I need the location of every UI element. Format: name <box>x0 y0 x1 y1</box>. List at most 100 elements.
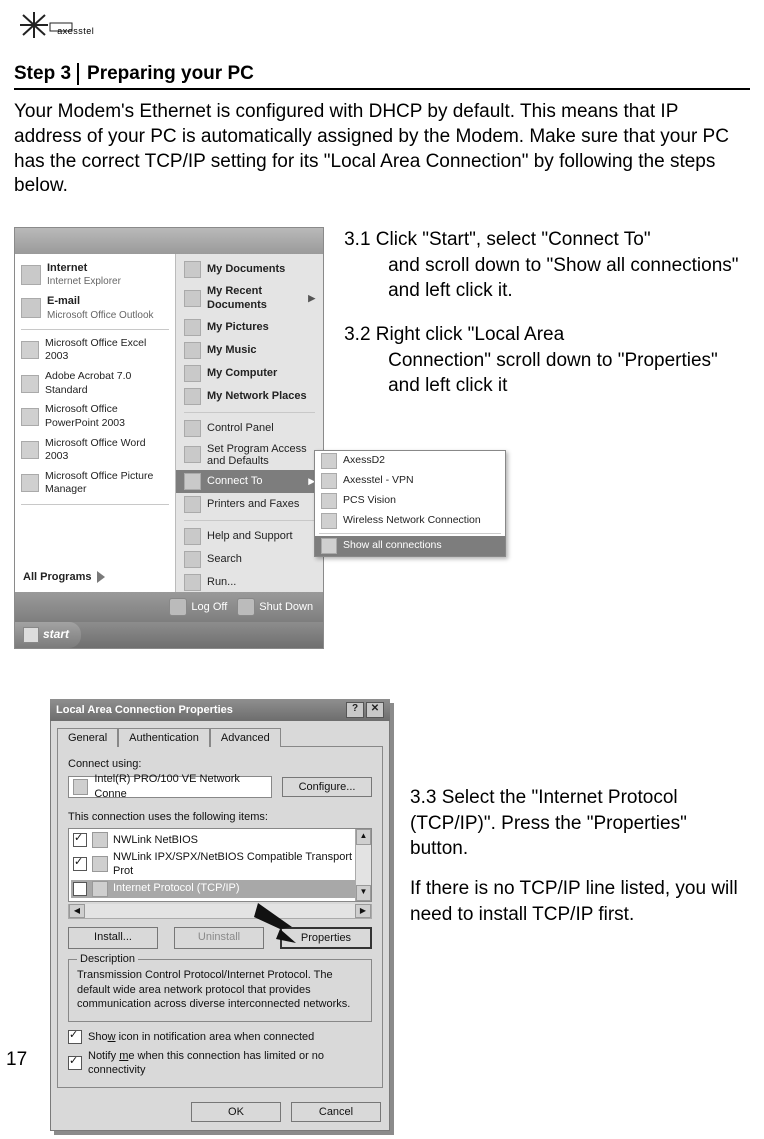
start-menu-screenshot: Internet Internet Explorer E-mail Micros… <box>14 227 324 649</box>
page-number: 17 <box>6 1048 27 1073</box>
list-item-selected[interactable]: Internet Protocol (TCP/IP) <box>71 880 369 898</box>
set-program-access[interactable]: Set Program Access and Defaults <box>176 440 323 470</box>
adapter-field[interactable]: Intel(R) PRO/100 VE Network Conne <box>68 776 272 798</box>
connect-to[interactable]: Connect To▶ <box>176 470 323 493</box>
notify-option[interactable]: Notify me when this connection has limit… <box>68 1049 372 1078</box>
checkbox[interactable] <box>73 857 87 871</box>
flyout-item[interactable]: AxessD2 <box>315 451 505 471</box>
mfu-item[interactable]: Microsoft Office Excel 2003 <box>15 334 175 367</box>
tab-general[interactable]: General <box>57 728 118 747</box>
run-icon <box>184 574 201 591</box>
network-icon <box>184 388 201 405</box>
protocol-icon <box>92 856 108 872</box>
step-number: Step 3 <box>14 62 71 87</box>
horizontal-scrollbar[interactable]: ◀▶ <box>68 904 372 919</box>
control-panel-icon <box>184 420 201 437</box>
scroll-left-icon[interactable]: ◀ <box>69 904 85 918</box>
word-icon <box>21 441 39 459</box>
intro-paragraph: Your Modem's Ethernet is configured with… <box>14 100 750 199</box>
uninstall-button[interactable]: Uninstall <box>174 927 264 949</box>
connect-icon <box>184 473 201 490</box>
computer-icon <box>184 365 201 382</box>
shutdown-icon <box>237 598 255 616</box>
flyout-item[interactable]: Wireless Network Connection <box>315 511 505 531</box>
lan-properties-dialog: Local Area Connection Properties ? ✕ Gen… <box>50 699 390 1131</box>
connection-icon <box>321 473 337 489</box>
install-button[interactable]: Install... <box>68 927 158 949</box>
pinned-internet[interactable]: Internet Internet Explorer <box>15 258 175 291</box>
flyout-item[interactable]: PCS Vision <box>315 491 505 511</box>
list-item[interactable]: NWLink IPX/SPX/NetBIOS Compatible Transp… <box>71 849 369 880</box>
ie-icon <box>21 265 41 285</box>
help-button[interactable]: ? <box>346 702 364 718</box>
uses-items-label: This connection uses the following items… <box>68 810 372 824</box>
dialog-title: Local Area Connection Properties <box>56 703 233 717</box>
help-support[interactable]: Help and Support <box>176 525 323 548</box>
picture-manager-icon <box>21 474 39 492</box>
connect-using-label: Connect using: <box>68 757 372 771</box>
connection-icon <box>321 453 337 469</box>
checkbox[interactable] <box>73 882 87 896</box>
scroll-up-icon[interactable]: ▲ <box>356 829 371 845</box>
my-pictures[interactable]: My Pictures <box>176 316 323 339</box>
step-header: Step 3 Preparing your PC <box>14 62 750 91</box>
search-icon <box>184 551 201 568</box>
description-legend: Description <box>77 952 138 966</box>
show-icon-option[interactable]: Show icon in notification area when conn… <box>68 1030 372 1044</box>
all-programs[interactable]: All Programs <box>15 564 175 590</box>
components-list[interactable]: NWLink NetBIOS NWLink IPX/SPX/NetBIOS Co… <box>68 828 372 902</box>
mfu-item[interactable]: Microsoft Office Word 2003 <box>15 434 175 467</box>
powerpoint-icon <box>21 408 39 426</box>
search[interactable]: Search <box>176 548 323 571</box>
step-3-3b: If there is no TCP/IP line listed, you w… <box>410 876 750 927</box>
flyout-item[interactable]: Axesstel - VPN <box>315 471 505 491</box>
folder-icon <box>184 319 201 336</box>
scroll-down-icon[interactable]: ▼ <box>356 885 371 901</box>
tab-advanced[interactable]: Advanced <box>210 728 281 747</box>
step-3-2-head: 3.2 Right click "Local Area <box>344 322 750 348</box>
checkbox[interactable] <box>73 833 87 847</box>
run[interactable]: Run... <box>176 571 323 594</box>
arrow-annotation <box>252 899 312 949</box>
scroll-right-icon[interactable]: ▶ <box>355 904 371 918</box>
defaults-icon <box>184 446 201 463</box>
cancel-button[interactable]: Cancel <box>291 1102 381 1122</box>
my-music[interactable]: My Music <box>176 339 323 362</box>
list-item[interactable]: NWLink NetBIOS <box>71 831 369 849</box>
folder-icon <box>184 261 201 278</box>
my-network-places[interactable]: My Network Places <box>176 385 323 408</box>
step-3-3a: 3.3 Select the "Internet Protocol (TCP/I… <box>410 785 750 862</box>
tab-authentication[interactable]: Authentication <box>118 728 210 747</box>
start-button[interactable]: start <box>15 622 81 648</box>
mfu-item[interactable]: Microsoft Office PowerPoint 2003 <box>15 400 175 433</box>
logoff-icon <box>169 598 187 616</box>
mfu-item[interactable]: Microsoft Office Picture Manager <box>15 467 175 500</box>
ok-button[interactable]: OK <box>191 1102 281 1122</box>
my-documents[interactable]: My Documents <box>176 258 323 281</box>
step-3-1-head: 3.1 Click "Start", select "Connect To" <box>344 227 750 253</box>
close-button[interactable]: ✕ <box>366 702 384 718</box>
control-panel[interactable]: Control Panel <box>176 417 323 440</box>
printer-icon <box>184 496 201 513</box>
show-all-connections[interactable]: Show all connections <box>315 536 505 556</box>
checkbox[interactable] <box>68 1030 82 1044</box>
log-off-button[interactable]: Log Off <box>169 598 227 616</box>
nic-icon <box>73 779 88 795</box>
chevron-right-icon <box>97 571 105 583</box>
checkbox[interactable] <box>68 1056 82 1070</box>
mfu-item[interactable]: Adobe Acrobat 7.0 Standard <box>15 367 175 400</box>
dialog-titlebar[interactable]: Local Area Connection Properties ? ✕ <box>50 699 390 721</box>
configure-button[interactable]: Configure... <box>282 777 372 797</box>
printers-faxes[interactable]: Printers and Faxes <box>176 493 323 516</box>
connection-icon <box>321 493 337 509</box>
description-text: Transmission Control Protocol/Internet P… <box>77 968 363 1011</box>
step-title: Preparing your PC <box>87 62 254 87</box>
my-recent-documents[interactable]: My Recent Documents▶ <box>176 281 323 316</box>
my-computer[interactable]: My Computer <box>176 362 323 385</box>
step-3-2-body: Connection" scroll down to "Properties" … <box>344 348 750 399</box>
wireless-icon <box>321 513 337 529</box>
pinned-email[interactable]: E-mail Microsoft Office Outlook <box>15 291 175 324</box>
vertical-scrollbar[interactable]: ▲▼ <box>355 829 371 901</box>
folder-icon <box>184 342 201 359</box>
shut-down-button[interactable]: Shut Down <box>237 598 313 616</box>
